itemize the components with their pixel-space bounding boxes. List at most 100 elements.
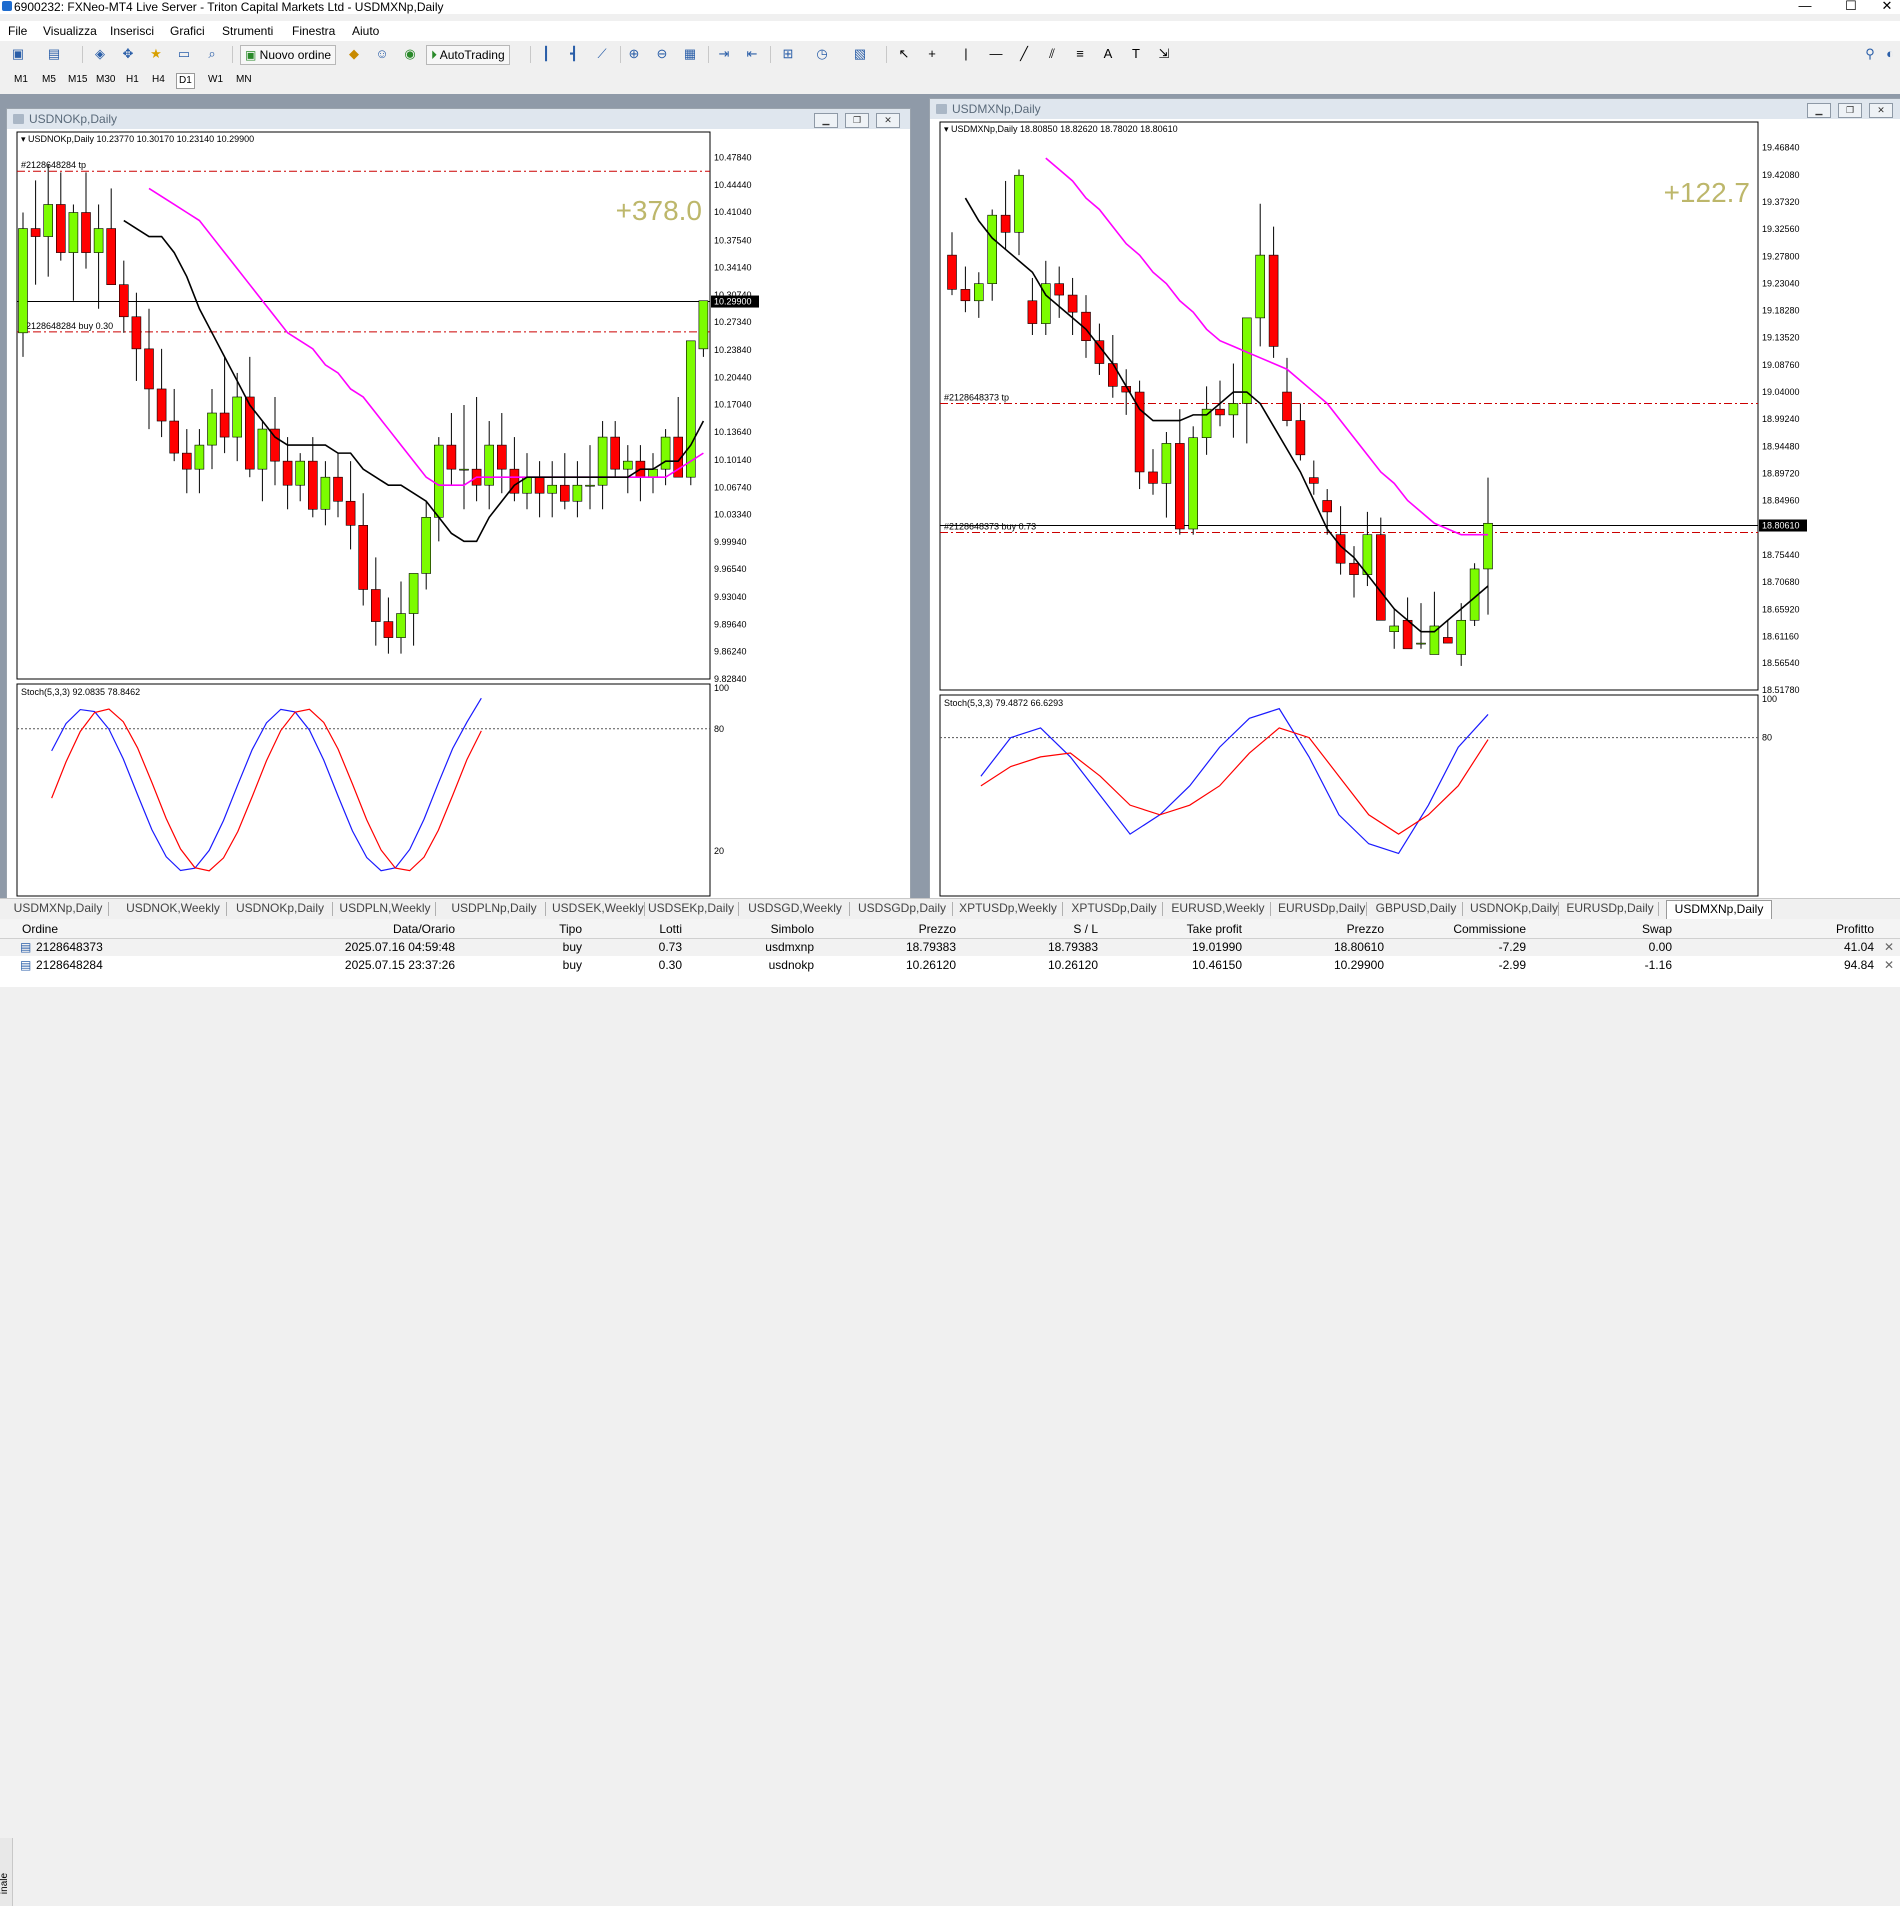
terminal-side-tab[interactable]: inale <box>0 1838 13 1906</box>
chart-tab[interactable]: EURUSDp,Daily <box>1566 900 1654 918</box>
period-d1[interactable]: D1 <box>176 73 195 89</box>
periods-clock-icon[interactable]: ◷ <box>814 46 830 62</box>
chart-tab[interactable]: GBPUSD,Daily <box>1374 900 1458 918</box>
col-current-price[interactable]: Prezzo <box>1270 922 1384 936</box>
market-watch-icon[interactable]: ◈ <box>92 46 108 62</box>
zoom-in-icon[interactable]: ⊕ <box>626 46 642 62</box>
line-chart-icon[interactable]: ⟋ <box>594 46 610 62</box>
profiles-icon[interactable]: ▤ <box>46 46 62 62</box>
menu-file[interactable]: File <box>8 24 27 38</box>
chart-tab[interactable]: USDNOKp,Daily <box>1470 900 1558 918</box>
chart-restore-button[interactable]: ❐ <box>1838 103 1862 118</box>
chart-minimize-button[interactable]: ▁ <box>1807 103 1831 118</box>
period-w1[interactable]: W1 <box>206 73 225 87</box>
menu-insert[interactable]: Inserisci <box>110 24 154 38</box>
chart-tab[interactable]: EURUSDp,Daily <box>1278 900 1365 918</box>
col-swap[interactable]: Swap <box>1570 922 1672 936</box>
period-mn[interactable]: MN <box>234 73 254 87</box>
minimize-button[interactable]: — <box>1782 0 1828 14</box>
community-icon[interactable]: ◐ <box>1882 46 1898 62</box>
col-sl[interactable]: S / L <box>990 922 1098 936</box>
indicators-icon[interactable]: ⊞ <box>780 46 796 62</box>
zoom-out-icon[interactable]: ⊖ <box>654 46 670 62</box>
close-button[interactable]: ✕ <box>1874 0 1900 14</box>
col-order[interactable]: Ordine <box>22 922 58 936</box>
maximize-button[interactable]: ☐ <box>1828 0 1874 14</box>
templates-icon[interactable]: ▧ <box>852 46 868 62</box>
col-commission[interactable]: Commissione <box>1410 922 1526 936</box>
col-tp[interactable]: Take profit <box>1120 922 1242 936</box>
strategy-tester-icon[interactable]: ⌕ <box>204 46 220 62</box>
period-m30[interactable]: M30 <box>94 73 117 87</box>
favorites-icon[interactable]: ★ <box>148 46 164 62</box>
text-icon[interactable]: A <box>1100 46 1116 62</box>
new-chart-icon[interactable]: ▣ <box>10 46 26 62</box>
fibonacci-icon[interactable]: ≡ <box>1072 46 1088 62</box>
close-order-icon[interactable]: ✕ <box>1884 940 1894 954</box>
cursor-icon[interactable]: ↖ <box>896 46 912 62</box>
chart-close-button[interactable]: ✕ <box>1869 103 1893 118</box>
tile-windows-icon[interactable]: ▦ <box>682 46 698 62</box>
chart-canvas[interactable]: ▾ USDNOKp,Daily 10.23770 10.30170 10.231… <box>7 130 908 898</box>
col-price[interactable]: Prezzo <box>860 922 956 936</box>
chart-tab[interactable]: USDMXNp,Daily <box>1666 900 1772 919</box>
chart-tab[interactable]: USDSGD,Weekly <box>745 900 845 918</box>
chart-tab[interactable]: USDSEK,Weekly <box>552 900 644 918</box>
chart-tab[interactable]: USDNOK,Weekly <box>124 900 222 918</box>
chart-tab[interactable]: EURUSD,Weekly <box>1170 900 1266 918</box>
vertical-line-icon[interactable]: | <box>958 46 974 62</box>
chart-minimize-button[interactable]: ▁ <box>814 113 838 128</box>
autoscroll-icon[interactable]: ⇤ <box>744 46 760 62</box>
menu-view[interactable]: Visualizza <box>43 24 97 38</box>
period-m5[interactable]: M5 <box>40 73 58 87</box>
data-window-icon[interactable]: ▭ <box>176 46 192 62</box>
menu-help[interactable]: Aiuto <box>352 24 379 38</box>
chart-tab[interactable]: USDMXNp,Daily <box>12 900 104 918</box>
trendline-icon[interactable]: ╱ <box>1016 46 1032 62</box>
chart-tab[interactable]: USDPLNp,Daily <box>447 900 541 918</box>
chart-shift-icon[interactable]: ⇥ <box>716 46 732 62</box>
period-m1[interactable]: M1 <box>12 73 30 87</box>
period-h1[interactable]: H1 <box>124 73 141 87</box>
chart-window-titlebar[interactable]: USDMXNp,Daily ▁ ❐ ✕ <box>930 99 1900 119</box>
expert-icon[interactable]: ☺ <box>374 46 390 62</box>
menu-tools[interactable]: Strumenti <box>222 24 273 38</box>
bar-chart-icon[interactable]: ┃ <box>538 46 554 62</box>
col-profit[interactable]: Profitto <box>1780 922 1874 936</box>
chart-tab[interactable]: USDNOKp,Daily <box>232 900 328 918</box>
chart-tab[interactable]: XPTUSDp,Weekly <box>958 900 1058 918</box>
chart-area[interactable]: ▾ USDMXNp,Daily 18.80850 18.82620 18.780… <box>930 120 1900 899</box>
col-lots[interactable]: Lotti <box>620 922 682 936</box>
col-symbol[interactable]: Simbolo <box>720 922 814 936</box>
chart-tab[interactable]: XPTUSDp,Daily <box>1070 900 1158 918</box>
close-order-icon[interactable]: ✕ <box>1884 958 1894 972</box>
chart-tab[interactable]: USDPLN,Weekly <box>339 900 431 918</box>
autotrading-button[interactable]: ⏵ AutoTrading <box>426 45 510 65</box>
chart-area[interactable]: ▾ USDNOKp,Daily 10.23770 10.30170 10.231… <box>7 130 910 899</box>
table-row[interactable]: ▤ 2128648373 2025.07.16 04:59:48 buy 0.7… <box>0 939 1900 956</box>
chart-window-titlebar[interactable]: USDNOKp,Daily ▁ ❐ ✕ <box>7 109 910 129</box>
period-h4[interactable]: H4 <box>150 73 167 87</box>
text-label-icon[interactable]: T <box>1128 46 1144 62</box>
table-row[interactable]: ▤ 2128648284 2025.07.15 23:37:26 buy 0.3… <box>0 957 1900 974</box>
signals-icon[interactable]: ◉ <box>402 46 418 62</box>
col-type[interactable]: Tipo <box>520 922 582 936</box>
menu-window[interactable]: Finestra <box>292 24 335 38</box>
horizontal-line-icon[interactable]: — <box>988 46 1004 62</box>
metaeditor-icon[interactable]: ◆ <box>346 46 362 62</box>
col-datetime[interactable]: Data/Orario <box>290 922 455 936</box>
menu-charts[interactable]: Grafici <box>170 24 205 38</box>
crosshair-icon[interactable]: + <box>924 46 940 62</box>
period-m15[interactable]: M15 <box>66 73 89 87</box>
chart-tab[interactable]: USDSEKp,Daily <box>648 900 734 918</box>
channel-icon[interactable]: ⫽ <box>1044 46 1060 62</box>
chart-tab[interactable]: USDSGDp,Daily <box>856 900 948 918</box>
new-order-button[interactable]: ▣ Nuovo ordine <box>240 45 337 65</box>
candlestick-icon[interactable]: ┫ <box>566 46 582 62</box>
chart-restore-button[interactable]: ❐ <box>845 113 869 128</box>
chart-canvas[interactable]: ▾ USDMXNp,Daily 18.80850 18.82620 18.780… <box>930 120 1899 898</box>
search-icon[interactable]: ⚲ <box>1862 46 1878 62</box>
chart-close-button[interactable]: ✕ <box>876 113 900 128</box>
arrows-icon[interactable]: ⇲ <box>1156 46 1172 62</box>
navigator-icon[interactable]: ✥ <box>120 46 136 62</box>
